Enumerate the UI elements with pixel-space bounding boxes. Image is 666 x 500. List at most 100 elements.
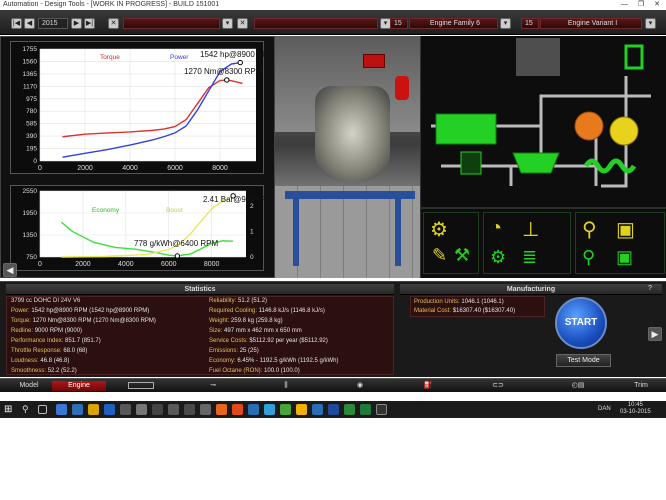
clock[interactable]: 10:45 03-10-2015: [620, 402, 651, 416]
engine-3d-view[interactable]: [275, 36, 420, 278]
year-field[interactable]: 2015: [38, 18, 68, 29]
test-mode-button[interactable]: Test Mode: [556, 354, 611, 367]
stat-key: Performance Index:: [11, 338, 66, 344]
stat-value: 46.8 (46.8): [40, 358, 70, 364]
next-year-button[interactable]: ▶: [71, 18, 82, 29]
variant-dropdown[interactable]: Engine Variant I: [540, 18, 642, 29]
collapse-left-button[interactable]: ◀: [3, 263, 17, 277]
stat-value: 25 (25): [239, 348, 259, 354]
crank-icon[interactable]: ⊸: [205, 381, 221, 391]
ignition-group: ⚙ ✎ ⚒: [423, 212, 479, 274]
chrome-icon[interactable]: [296, 404, 307, 415]
nav-model[interactable]: Model: [14, 381, 44, 391]
peak-power-label: 1542 hp@8900 RPM: [200, 50, 264, 59]
x-icon[interactable]: ✕: [237, 18, 248, 29]
gauge-icon[interactable]: ◔: [490, 217, 502, 240]
stat-reliability: Reliability: 51.2 (51.2): [209, 297, 267, 305]
expand-right-button[interactable]: ▶: [648, 327, 662, 341]
x-tick-label: 2000: [77, 165, 93, 172]
spark-plug-icon[interactable]: ✎: [432, 245, 447, 266]
app-icon[interactable]: [200, 404, 211, 415]
stat-key: Throttle Response:: [11, 348, 64, 354]
app-icon[interactable]: [328, 404, 339, 415]
fuel-injector-icon[interactable]: ⚒: [454, 245, 470, 266]
bottom-end-group: ⚲ ▣ ⚲ ▣: [575, 212, 665, 274]
chevron-down-icon[interactable]: ▾: [222, 18, 233, 29]
app-icon[interactable]: [280, 404, 291, 415]
block-icon[interactable]: [128, 382, 154, 389]
folder-icon[interactable]: [88, 404, 99, 415]
search-icon[interactable]: ⚲: [22, 404, 33, 415]
mfg-production-units: Production Units: 1046.1 (1046.1): [414, 298, 504, 306]
best-economy-label: 778 g/kWh@6400 RPM: [134, 239, 218, 248]
throttle-icon: [460, 151, 482, 175]
exhaust-icon[interactable]: ⊂⊃: [490, 381, 506, 391]
chevron-down-icon[interactable]: ▾: [500, 18, 511, 29]
app-icon[interactable]: [232, 404, 243, 415]
stat-key: Weight:: [209, 318, 231, 324]
stat-value: 6.45% - 1192.5 g/kWh (1192.5 g/kWh): [237, 358, 339, 364]
app-icon[interactable]: [152, 404, 163, 415]
head-icon[interactable]: ⫼: [276, 381, 296, 391]
prev-year-button[interactable]: ◀: [24, 18, 35, 29]
first-year-button[interactable]: |◀: [11, 18, 22, 29]
y-tick-label: 1365: [23, 71, 38, 78]
app-icon[interactable]: [248, 404, 259, 415]
y2-tick-label: 1: [250, 229, 254, 236]
stat-value: 1542 hp@8900 RPM (1542 hp@8900 RPM): [31, 308, 150, 314]
maximize-icon[interactable]: ❐: [638, 0, 644, 10]
app-icon[interactable]: [72, 404, 83, 415]
close-icon[interactable]: ✕: [654, 0, 660, 10]
app-icon[interactable]: [360, 404, 371, 415]
valve-icon[interactable]: ⊥: [522, 217, 539, 242]
windows-start-icon[interactable]: ⊞: [4, 404, 15, 415]
app-icon[interactable]: [312, 404, 323, 415]
y2-tick-label: 0: [250, 254, 254, 261]
x-icon[interactable]: ✕: [108, 18, 119, 29]
x-tick-label: 4000: [118, 261, 134, 268]
y-tick-label: 975: [26, 96, 37, 103]
start-button[interactable]: START: [555, 297, 607, 349]
test-icon[interactable]: ◴▤: [565, 381, 591, 391]
chevron-down-icon[interactable]: ▾: [645, 18, 656, 29]
crank-icon[interactable]: ⚲: [582, 247, 595, 268]
app-icon[interactable]: [56, 404, 67, 415]
check-engine-icon[interactable]: ⚙: [430, 217, 448, 242]
fuel-icon[interactable]: ⛽: [420, 381, 436, 391]
spring-icon[interactable]: ≣: [522, 247, 537, 268]
stat-key: Reliability:: [209, 298, 239, 304]
power-torque-chart: 1755 1560 1365 1170 975 780 585 390 195 00 2000 400…: [23, 46, 264, 172]
task-view-icon[interactable]: [38, 405, 47, 414]
fire-extinguisher-icon: [395, 76, 409, 100]
piston-icon[interactable]: ▣: [616, 217, 635, 242]
app-icon[interactable]: [136, 404, 147, 415]
automation-app-icon[interactable]: [376, 404, 387, 415]
vlc-icon[interactable]: [216, 404, 227, 415]
y-tick-label: 195: [26, 146, 37, 153]
app-icon[interactable]: [344, 404, 355, 415]
block-icon[interactable]: ▣: [616, 247, 633, 268]
minimize-icon[interactable]: —: [621, 0, 628, 10]
stat-key: Power:: [11, 308, 32, 314]
stat-value: 68.0 (68): [63, 348, 88, 354]
stand-leg: [293, 196, 299, 266]
model-dropdown[interactable]: [123, 18, 220, 29]
conrod-icon[interactable]: ⚲: [582, 217, 597, 242]
last-year-button[interactable]: ▶|: [84, 18, 95, 29]
x-tick-label: 2000: [75, 261, 91, 268]
app-icon[interactable]: [104, 404, 115, 415]
app-icon[interactable]: [184, 404, 195, 415]
app-icon[interactable]: [168, 404, 179, 415]
family-dropdown[interactable]: Engine Family 6: [409, 18, 498, 29]
app-icon[interactable]: [120, 404, 131, 415]
mfg-material-cost: Material Cost: $16307.40 ($16307.40): [414, 307, 515, 315]
nav-engine[interactable]: Engine: [52, 381, 106, 391]
language-indicator[interactable]: DAN: [598, 406, 611, 412]
help-icon[interactable]: ?: [648, 285, 652, 292]
nav-trim[interactable]: Trim: [628, 381, 654, 391]
trim-dropdown[interactable]: [254, 18, 378, 29]
manufacturing-header: Manufacturing: [400, 284, 662, 295]
app-icon[interactable]: [264, 404, 275, 415]
cam-icon[interactable]: ⚙: [490, 247, 506, 268]
turbo-icon[interactable]: ◉: [352, 381, 368, 391]
